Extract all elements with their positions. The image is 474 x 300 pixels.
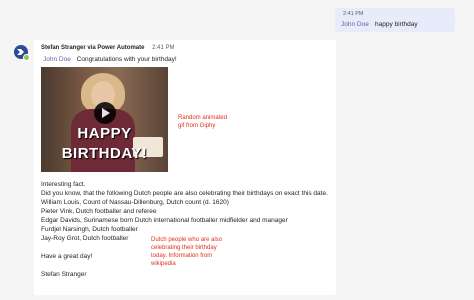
received-message-card[interactable]: Stefan Stranger via Power Automate 2:41 … — [34, 40, 336, 295]
gif-caption-birthday: BIRTHDAY! — [61, 145, 148, 162]
mention-john-doe[interactable]: John Doe — [43, 56, 71, 63]
greeting-text: Congratulations with your birthday! — [76, 56, 177, 63]
dutch-annotation-line: celebrating their birthday — [151, 245, 217, 251]
body-line: Furdjel Narsingh, Dutch footballer — [41, 226, 138, 233]
dutch-annotation-line: Dutch people who are also — [151, 237, 223, 243]
signature-line: Stefan Stranger — [41, 271, 87, 278]
dutch-annotation-line: today. Information from — [151, 253, 213, 259]
sender-name: Stefan Stranger via Power Automate — [41, 45, 145, 51]
dutch-annotation-line: wikipedia — [151, 261, 176, 267]
body-line: William Louis, Count of Nassau-Dillenbur… — [41, 199, 229, 206]
dutch-annotation: Dutch people who are also celebrating th… — [151, 236, 222, 268]
message-header: Stefan Stranger via Power Automate 2:41 … — [41, 45, 175, 51]
birthday-gif[interactable]: HAPPY BIRTHDAY! — [41, 67, 168, 172]
gif-caption-happy: HAPPY — [77, 125, 132, 142]
body-line: Pieter Vink, Dutch footballer and refere… — [41, 208, 157, 215]
sent-message-bubble[interactable]: 2:41 PM John Doe happy birthday — [335, 8, 455, 32]
play-icon[interactable] — [94, 102, 116, 124]
gif-annotation: Random animated gif from Giphy — [178, 114, 227, 130]
sent-message-text: happy birthday — [375, 21, 418, 28]
body-line: Edgar Davids, Surinamese born Dutch inte… — [41, 217, 288, 224]
body-line: Did you know, that the following Dutch p… — [41, 190, 328, 197]
body-line: Interesting fact. — [41, 181, 86, 188]
closing-line: Have a great day! — [41, 253, 93, 260]
avatar[interactable] — [14, 45, 30, 61]
presence-status-icon — [23, 54, 30, 61]
greeting-line: John Doe Congratulations with your birth… — [43, 56, 177, 63]
sent-message-time: 2:41 PM — [343, 11, 364, 17]
message-time: 2:41 PM — [152, 45, 175, 51]
gif-annotation-line: gif from Giphy — [178, 123, 216, 129]
gif-annotation-line: Random animated — [178, 115, 228, 121]
mention-john-doe[interactable]: John Doe — [341, 21, 369, 28]
body-line: Jay-Roy Grot, Dutch footballer — [41, 235, 129, 242]
